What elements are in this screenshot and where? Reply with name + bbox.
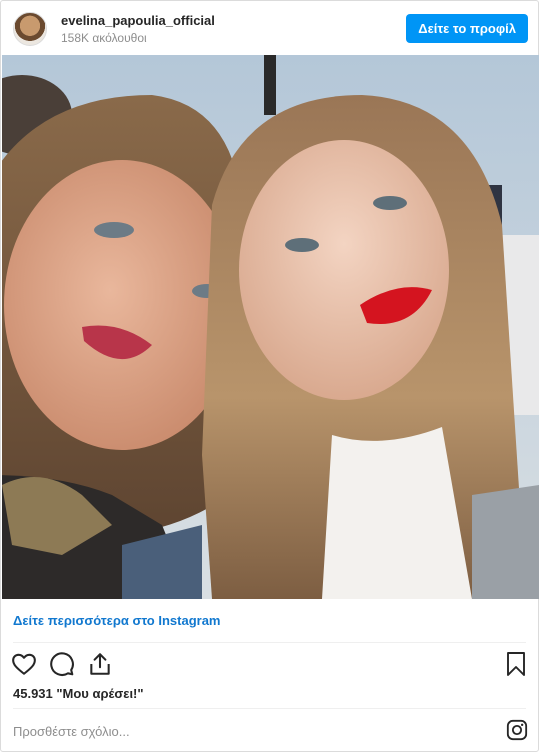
divider	[13, 708, 526, 709]
instagram-embed: evelina_papoulia_official 158K ακόλουθοι…	[0, 0, 539, 752]
user-block: evelina_papoulia_official 158K ακόλουθοι	[61, 12, 215, 46]
right-face	[239, 140, 449, 400]
post-photo[interactable]	[2, 55, 539, 599]
follower-count: 158K ακόλουθοι	[61, 31, 147, 45]
avatar[interactable]	[13, 12, 47, 46]
bookmark-icon[interactable]	[504, 651, 528, 677]
view-profile-button[interactable]: Δείτε το προφίλ	[406, 14, 528, 43]
divider	[13, 642, 526, 643]
pole	[264, 55, 276, 115]
photo-illustration	[2, 55, 539, 599]
left-eye	[94, 222, 134, 238]
right-eye	[285, 238, 319, 252]
right-cardigan	[472, 485, 539, 599]
comment-icon[interactable]	[49, 651, 75, 677]
likes-count[interactable]: 45.931 "Μου αρέσει!"	[13, 686, 144, 702]
heart-icon[interactable]	[11, 651, 37, 677]
action-bar	[11, 651, 113, 677]
post-header: evelina_papoulia_official 158K ακόλουθοι…	[1, 1, 538, 55]
share-icon[interactable]	[87, 651, 113, 677]
username[interactable]: evelina_papoulia_official	[61, 12, 215, 29]
view-more-link[interactable]: Δείτε περισσότερα στο Instagram	[13, 612, 221, 630]
right-eye-2	[373, 196, 407, 210]
instagram-icon[interactable]	[506, 719, 528, 741]
comment-input[interactable]	[13, 721, 483, 741]
